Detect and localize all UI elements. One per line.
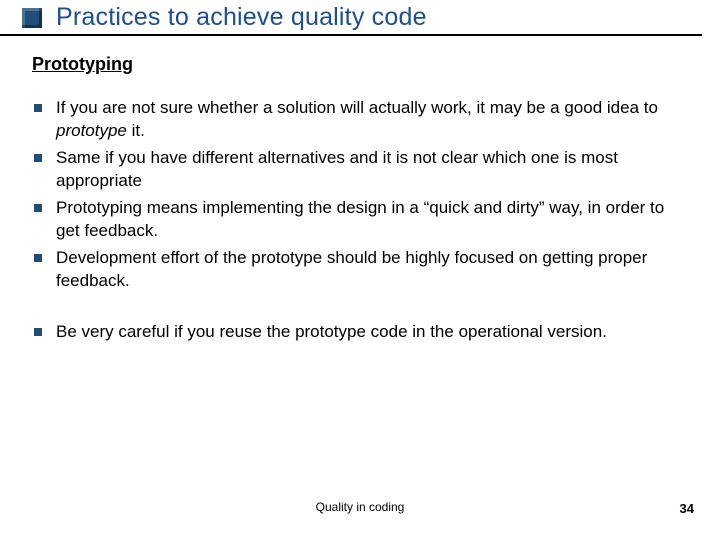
title-bar: Practices to achieve quality code bbox=[0, 0, 702, 36]
list-item: Same if you have different alternatives … bbox=[34, 147, 686, 193]
list-item: Be very careful if you reuse the prototy… bbox=[34, 321, 686, 344]
square-bullet-icon bbox=[34, 328, 42, 336]
bullet-text: Development effort of the prototype shou… bbox=[56, 247, 686, 293]
bullet-text: Prototyping means implementing the desig… bbox=[56, 197, 686, 243]
bullet-group-1: If you are not sure whether a solution w… bbox=[34, 97, 686, 293]
slide-subtitle: Prototyping bbox=[32, 54, 720, 75]
slide-title: Practices to achieve quality code bbox=[56, 3, 427, 32]
list-item: Prototyping means implementing the desig… bbox=[34, 197, 686, 243]
square-bullet-icon bbox=[34, 154, 42, 162]
square-bullet-icon bbox=[34, 254, 42, 262]
bullet-group-2: Be very careful if you reuse the prototy… bbox=[34, 321, 686, 344]
bullet-text: Be very careful if you reuse the prototy… bbox=[56, 321, 686, 344]
page-number: 34 bbox=[680, 501, 694, 516]
square-bullet-icon bbox=[34, 104, 42, 112]
footer-center-text: Quality in coding bbox=[0, 500, 720, 514]
bullet-text: Same if you have different alternatives … bbox=[56, 147, 686, 193]
bullet-text: If you are not sure whether a solution w… bbox=[56, 97, 686, 143]
title-bullet-icon bbox=[22, 8, 42, 28]
list-item: If you are not sure whether a solution w… bbox=[34, 97, 686, 143]
list-item: Development effort of the prototype shou… bbox=[34, 247, 686, 293]
square-bullet-icon bbox=[34, 204, 42, 212]
